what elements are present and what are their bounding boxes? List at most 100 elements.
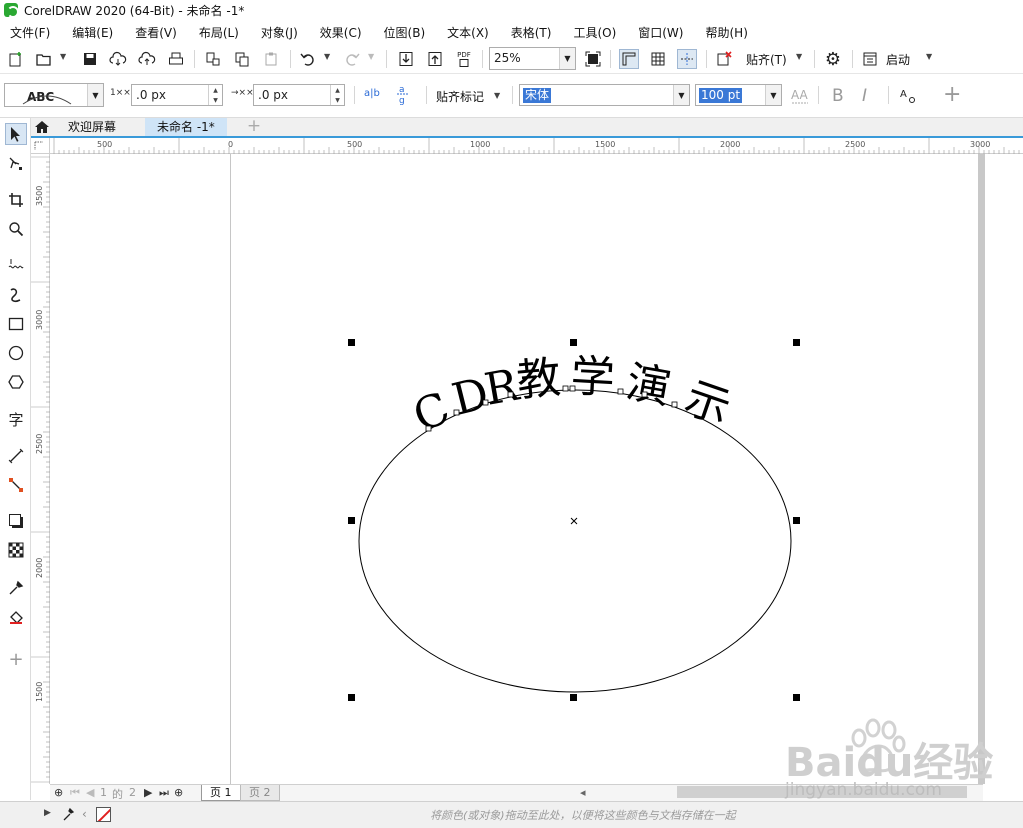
rectangle-tool-icon[interactable]	[5, 313, 27, 335]
horizontal-offset-value[interactable]: .0 px	[136, 88, 166, 102]
launch-icon[interactable]	[860, 49, 880, 69]
snap-to-label[interactable]: 贴齐(T)	[746, 51, 787, 68]
palette-scroll-left-icon[interactable]: ‹	[82, 807, 87, 821]
text-tool-icon[interactable]: 字	[5, 408, 27, 430]
undo-dropdown-chevron-icon[interactable]: ▼	[324, 52, 330, 61]
show-guidelines-icon[interactable]	[677, 49, 697, 69]
polygon-tool-icon[interactable]	[5, 371, 27, 393]
add-tab-plus-icon[interactable]: +	[245, 118, 263, 136]
font-family-chevron-down-icon[interactable]: ▼	[673, 85, 689, 105]
import-icon[interactable]	[396, 49, 416, 69]
ruler-origin-corner[interactable]	[31, 138, 50, 154]
export-icon[interactable]	[425, 49, 445, 69]
menu-view[interactable]: 查看(V)	[135, 24, 177, 41]
no-fill-swatch-icon[interactable]	[96, 807, 111, 822]
palette-eyedropper-icon[interactable]	[62, 806, 76, 825]
mirror-vertical-icon[interactable]: ag	[397, 83, 409, 108]
vertical-offset-field[interactable]: .0 px ▲ ▼	[253, 84, 345, 106]
next-page-icon[interactable]: ▶	[144, 786, 152, 799]
bold-button[interactable]: B	[832, 86, 844, 106]
open-dropdown-chevron-icon[interactable]: ▼	[60, 52, 66, 61]
menu-file[interactable]: 文件(F)	[10, 24, 50, 41]
path-text-char[interactable]: C	[406, 383, 456, 443]
path-text-char[interactable]: 学	[569, 351, 616, 404]
text-path-preset-picker[interactable]: ABC ▼	[4, 83, 104, 107]
path-text-char[interactable]: 演	[622, 357, 674, 415]
menu-table[interactable]: 表格(T)	[511, 24, 552, 41]
home-icon[interactable]	[31, 118, 53, 136]
full-screen-preview-icon[interactable]	[583, 49, 603, 69]
mirror-horizontal-icon[interactable]: a|b	[364, 88, 380, 99]
snap-marks-chevron-icon[interactable]: ▼	[494, 91, 500, 100]
selection-handle[interactable]	[793, 694, 800, 701]
ellipse-tool-icon[interactable]	[5, 342, 27, 364]
menu-effects[interactable]: 效果(C)	[320, 24, 362, 41]
redo-icon[interactable]	[342, 49, 362, 69]
zoom-level-combobox[interactable]: 25% ▼	[489, 47, 576, 70]
cloud-download-icon[interactable]	[108, 49, 128, 69]
horizontal-offset-stepper[interactable]: ▲ ▼	[208, 85, 222, 105]
cloud-upload-icon[interactable]	[137, 49, 157, 69]
paste-icon[interactable]	[261, 49, 281, 69]
zoom-tool-magnifier-icon[interactable]	[5, 218, 27, 240]
snap-marks-label[interactable]: 贴齐标记	[436, 88, 484, 105]
font-size-value[interactable]: 100 pt	[699, 88, 743, 103]
vertical-offset-value[interactable]: .0 px	[258, 88, 288, 102]
fitted-text-on-path[interactable]: C D R 教 学 演 示	[406, 351, 736, 443]
tab-welcome-screen[interactable]: 欢迎屏幕	[56, 118, 128, 136]
parallel-dimension-tool-icon[interactable]	[5, 445, 27, 467]
horizontal-offset-field[interactable]: .0 px ▲ ▼	[131, 84, 223, 106]
character-settings-icon[interactable]: A	[899, 86, 919, 111]
page-tab-2[interactable]: 页 2	[240, 785, 280, 801]
snap-off-icon[interactable]	[714, 49, 734, 69]
vertical-scrollbar[interactable]	[978, 154, 985, 784]
font-family-combobox[interactable]: 宋体 ▼	[519, 84, 690, 106]
font-size-scale-icon[interactable]: AA	[790, 86, 810, 110]
previous-page-icon[interactable]: ◀	[86, 786, 94, 799]
vertical-ruler[interactable]: 3500 3000 2500 2000 1500	[31, 154, 50, 784]
selection-handle[interactable]	[570, 694, 577, 701]
font-size-combobox[interactable]: 100 pt ▼	[695, 84, 782, 106]
vertical-offset-stepper[interactable]: ▲ ▼	[330, 85, 344, 105]
menu-object[interactable]: 对象(J)	[261, 24, 298, 41]
undo-icon[interactable]	[298, 49, 318, 69]
add-to-toolbar-plus-icon[interactable]: +	[943, 82, 961, 107]
export-pdf-icon[interactable]: PDF	[454, 49, 474, 69]
open-folder-icon[interactable]	[34, 49, 54, 69]
menu-text[interactable]: 文本(X)	[447, 24, 489, 41]
first-page-icon[interactable]: ⏮	[70, 786, 80, 800]
italic-button[interactable]: I	[862, 86, 867, 106]
copy-icon[interactable]	[232, 49, 252, 69]
pick-tool-arrow-icon[interactable]	[5, 123, 27, 145]
options-gear-icon[interactable]: ⚙	[823, 49, 843, 70]
menu-bitmaps[interactable]: 位图(B)	[384, 24, 426, 41]
zoom-chevron-down-icon[interactable]: ▼	[559, 48, 575, 69]
selection-handle[interactable]	[793, 517, 800, 524]
menu-help[interactable]: 帮助(H)	[705, 24, 747, 41]
crop-tool-icon[interactable]	[5, 189, 27, 211]
zoom-level-value[interactable]: 25%	[494, 51, 521, 65]
drop-shadow-tool-icon[interactable]	[5, 510, 27, 532]
insert-page-before-icon[interactable]: ⊕	[54, 786, 63, 799]
selection-handle[interactable]	[570, 339, 577, 346]
transparency-tool-icon[interactable]	[5, 539, 27, 561]
path-text-char[interactable]: 示	[679, 372, 737, 435]
launch-chevron-icon[interactable]: ▼	[926, 52, 932, 61]
selection-handle[interactable]	[348, 339, 355, 346]
insert-page-after-icon[interactable]: ⊕	[174, 786, 183, 799]
launch-label[interactable]: 启动	[886, 51, 910, 68]
new-document-icon[interactable]	[6, 49, 26, 69]
show-rulers-icon[interactable]	[619, 49, 639, 69]
menu-tools[interactable]: 工具(O)	[573, 24, 616, 41]
drawing-surface[interactable]: C D R 教 学 演 示	[50, 154, 985, 784]
selection-handle[interactable]	[348, 517, 355, 524]
menu-window[interactable]: 窗口(W)	[638, 24, 683, 41]
shape-tool-icon[interactable]	[5, 153, 27, 175]
palette-expand-arrow-icon[interactable]: ▶	[44, 808, 51, 818]
selection-handle[interactable]	[793, 339, 800, 346]
print-icon[interactable]	[166, 49, 186, 69]
horizontal-scrollbar-thumb[interactable]	[677, 786, 967, 798]
path-text-char[interactable]: 教	[515, 352, 563, 407]
snap-to-chevron-icon[interactable]: ▼	[796, 52, 802, 61]
artistic-media-tool-icon[interactable]	[5, 284, 27, 306]
